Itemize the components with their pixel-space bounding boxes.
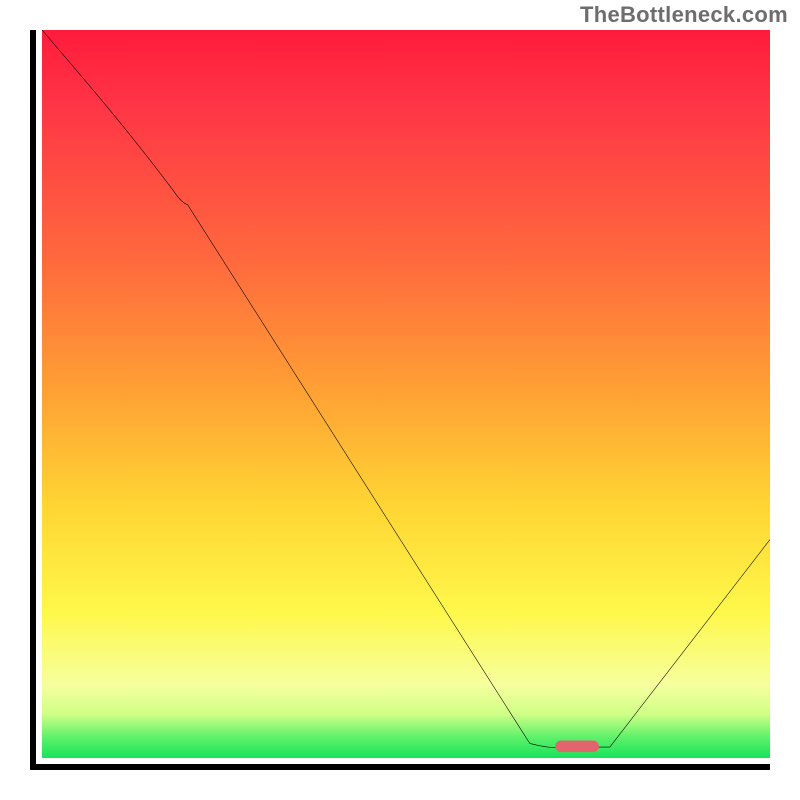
watermark-text: TheBottleneck.com <box>580 2 788 28</box>
bottleneck-curve <box>42 30 770 748</box>
curve-layer <box>42 30 770 758</box>
bottleneck-chart: TheBottleneck.com <box>0 0 800 800</box>
plot-axes <box>30 30 770 770</box>
optimal-marker <box>555 741 599 753</box>
